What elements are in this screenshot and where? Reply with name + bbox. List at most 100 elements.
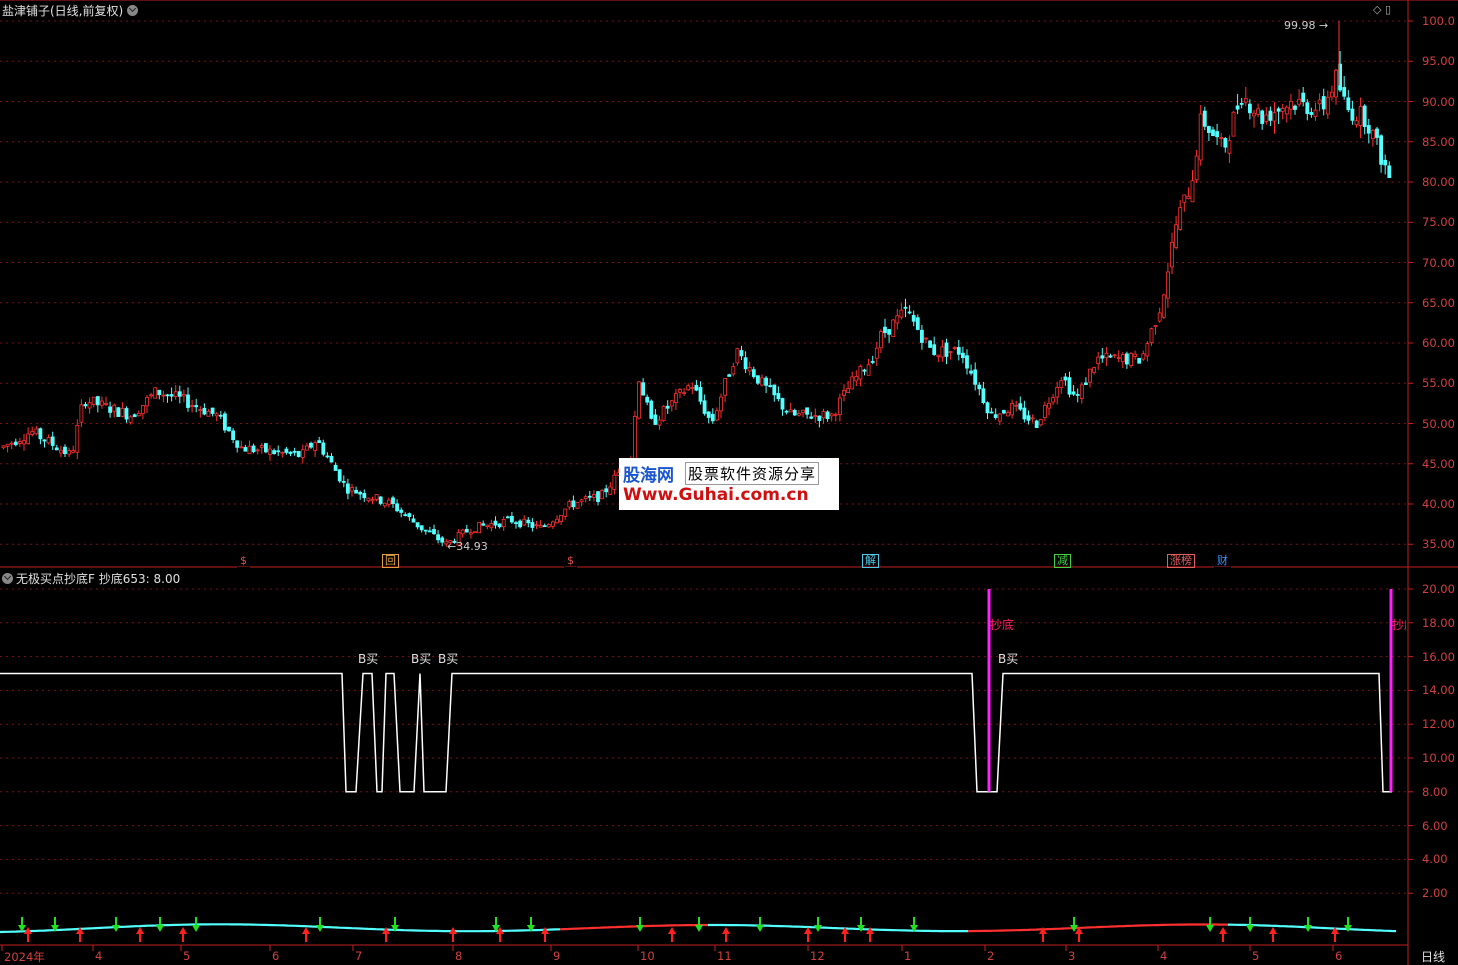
price-tick-label: 50.00	[1422, 416, 1455, 431]
candle-body	[961, 352, 965, 359]
date-tick-label: 2024年	[4, 950, 45, 964]
candle-body	[436, 534, 441, 541]
up-arrow-icon	[722, 927, 730, 934]
candle-body	[1092, 367, 1096, 373]
down-arrow-icon	[192, 925, 200, 932]
candle-body	[1211, 129, 1215, 137]
candle-body	[1030, 417, 1035, 420]
candle-body	[690, 387, 695, 389]
panel-controls[interactable]: ◇ ▯	[1373, 3, 1391, 16]
event-tag-finance[interactable]: 财	[1214, 554, 1231, 568]
candle-body	[526, 519, 531, 524]
maximize-icon[interactable]: ▯	[1385, 3, 1391, 16]
candle-body	[194, 405, 199, 408]
candle-body	[559, 515, 563, 523]
candle-body	[354, 489, 359, 494]
candle-body	[378, 496, 383, 504]
candle-body	[1002, 410, 1006, 414]
candle-body	[362, 493, 367, 499]
candle-body	[235, 440, 240, 448]
event-tag-top-list[interactable]: 涨榜	[1167, 554, 1195, 568]
candle-body	[1334, 69, 1338, 98]
candle-body	[756, 375, 760, 384]
candle-body	[1305, 102, 1310, 114]
candle-body	[423, 529, 428, 532]
event-tag-buyback[interactable]: 回	[382, 554, 399, 568]
candle-body	[169, 394, 174, 397]
candle-body	[1088, 368, 1092, 383]
candle-body	[1067, 377, 1072, 395]
candle-body	[104, 402, 108, 405]
candle-body	[1084, 382, 1088, 386]
candle-body	[34, 428, 39, 435]
candle-body	[907, 311, 912, 314]
candle-body	[575, 502, 580, 509]
candle-body	[83, 404, 88, 407]
candle-body	[473, 531, 477, 534]
candle-body	[1079, 384, 1084, 399]
candle-body	[71, 450, 76, 453]
dropdown-icon[interactable]	[2, 573, 13, 584]
event-tag-dividend[interactable]: $	[564, 554, 577, 568]
candle-body	[1063, 376, 1068, 381]
price-tick-label: 70.00	[1422, 255, 1455, 270]
price-tick-label: 45.00	[1422, 456, 1455, 471]
candle-body	[567, 501, 572, 508]
candle-body	[214, 413, 219, 417]
bottom-signal-label-cut: 抄底	[1392, 618, 1406, 632]
candle-body	[46, 437, 51, 444]
indicator-title-bar[interactable]: 无极买点抄底F 抄底653: 8.00	[2, 570, 180, 587]
candle-body	[571, 500, 576, 508]
candle-body	[514, 522, 518, 525]
event-tag-dividend[interactable]: $	[237, 554, 250, 568]
candle-body	[1239, 103, 1244, 105]
candle-body	[112, 404, 117, 412]
trend-wave-line	[968, 923, 1228, 933]
candle-body	[801, 409, 805, 413]
candle-body	[555, 518, 559, 524]
candle-body	[911, 315, 916, 322]
candle-body	[784, 410, 789, 413]
candle-body	[54, 447, 59, 451]
candle-body	[1174, 224, 1178, 248]
dropdown-icon[interactable]	[127, 5, 139, 16]
candle-body	[42, 439, 47, 442]
candle-body	[1268, 110, 1273, 121]
candle-body	[153, 387, 158, 399]
date-tick-label: 4	[1160, 949, 1168, 963]
candle-body	[1182, 194, 1187, 203]
indicator-tick-label: 6.00	[1422, 818, 1448, 833]
candle-body	[854, 376, 859, 382]
candle-body	[805, 407, 809, 415]
trend-wave-line	[559, 923, 708, 931]
candle-body	[288, 451, 293, 454]
date-tick-label: 9	[553, 949, 561, 963]
price-tick-label: 100.0	[1422, 14, 1455, 28]
candle-body	[345, 483, 350, 494]
candle-body	[173, 391, 178, 397]
candle-body	[842, 390, 846, 396]
indicator-tick-label: 16.00	[1422, 649, 1455, 664]
candle-body	[813, 415, 818, 417]
diamond-icon[interactable]: ◇	[1373, 3, 1381, 16]
candle-body	[715, 410, 719, 421]
chart-title-bar[interactable]: 盐津铺子(日线,前复权)	[2, 2, 139, 19]
candle-body	[75, 425, 80, 453]
event-tag-unlock[interactable]: 解	[862, 554, 879, 568]
down-arrow-icon	[756, 925, 764, 932]
event-tag-reduce[interactable]: 减	[1054, 554, 1071, 568]
buy-signal-label: B买	[998, 652, 1019, 666]
date-tick-label: 8	[455, 949, 463, 963]
candle-body	[993, 414, 998, 418]
low-price-label: ←34.93	[447, 540, 488, 553]
candle-body	[698, 387, 703, 402]
candle-body	[1383, 159, 1388, 166]
candle-body	[333, 464, 338, 471]
candle-body	[468, 532, 473, 535]
candle-body	[579, 499, 584, 503]
candle-body	[825, 411, 830, 420]
indicator-value: 抄底653: 8.00	[98, 572, 181, 586]
period-label[interactable]: 日线	[1421, 948, 1445, 965]
candle-body	[350, 487, 354, 492]
candle-body	[1342, 87, 1347, 97]
